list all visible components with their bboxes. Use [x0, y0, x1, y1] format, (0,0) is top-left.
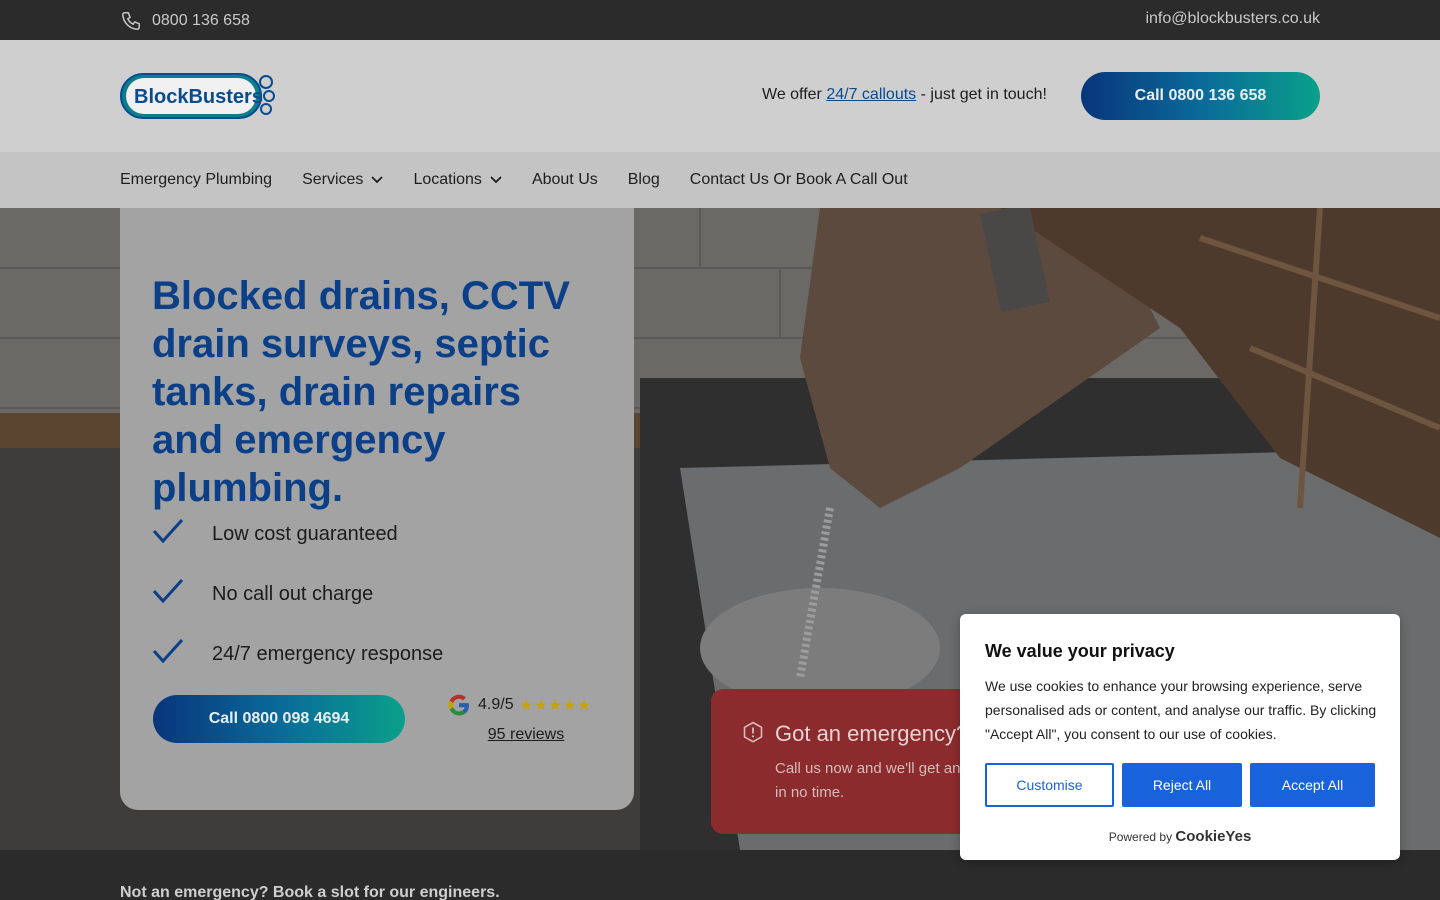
nav-item-services[interactable]: Services: [302, 171, 384, 189]
hero-card: Blocked drains, CCTV drain surveys, sept…: [120, 208, 634, 810]
nav-item-locations[interactable]: Locations: [413, 171, 502, 189]
customise-button[interactable]: Customise: [985, 763, 1114, 807]
offer-suffix: - just get in touch!: [916, 86, 1047, 103]
booking-heading: Not an emergency? Book a slot for our en…: [120, 884, 500, 900]
nav-item-about-us[interactable]: About Us: [532, 171, 598, 189]
cookie-buttons: Customise Reject All Accept All: [985, 763, 1375, 807]
hero-headline: Blocked drains, CCTV drain surveys, sept…: [152, 274, 570, 510]
alert-icon: [743, 721, 763, 743]
google-rating: 4.9/5 ★★★★★ 95 reviews: [446, 692, 606, 744]
reviews-link[interactable]: 95 reviews: [446, 726, 606, 744]
feature-item: Low cost guaranteed: [152, 504, 443, 564]
chevron-down-icon: [371, 176, 384, 184]
nav-item-emergency-plumbing[interactable]: Emergency Plumbing: [120, 171, 272, 189]
callouts-link[interactable]: 24/7 callouts: [826, 86, 916, 103]
reject-all-button[interactable]: Reject All: [1122, 763, 1242, 807]
main-nav: Emergency Plumbing Services Locations Ab…: [0, 152, 1440, 208]
rating-score: 4.9/5: [478, 696, 514, 713]
logo-text: BlockBusters: [134, 86, 263, 108]
emergency-title: Got an emergency?: [775, 721, 969, 746]
topbar-email-link[interactable]: info@blockbusters.co.uk: [1145, 10, 1320, 28]
phone-icon: [122, 12, 140, 30]
cookieyes-logo[interactable]: CookieYes: [1175, 828, 1251, 845]
topbar-phone-number: 0800 136 658: [152, 12, 250, 29]
feature-item: No call out charge: [152, 564, 443, 624]
callout-offer: We offer 24/7 callouts - just get in tou…: [762, 86, 1047, 104]
cookie-consent-banner: We value your privacy We use cookies to …: [960, 614, 1400, 860]
offer-prefix: We offer: [762, 86, 827, 103]
hero-call-button[interactable]: Call 0800 098 4694: [153, 695, 405, 743]
check-icon: [152, 638, 184, 664]
header-call-button[interactable]: Call 0800 136 658: [1081, 72, 1320, 120]
cookie-powered-by: Powered by CookieYes: [1108, 828, 1252, 845]
topbar-phone-link[interactable]: 0800 136 658: [120, 10, 250, 32]
check-icon: [152, 578, 184, 604]
nav-item-contact[interactable]: Contact Us Or Book A Call Out: [690, 171, 908, 189]
cookie-title: We value your privacy: [985, 641, 1175, 661]
top-bar: 0800 136 658 info@blockbusters.co.uk: [0, 0, 1440, 40]
check-icon: [152, 518, 184, 544]
rating-stars: ★★★★★: [519, 697, 592, 714]
chevron-down-icon: [490, 176, 502, 184]
accept-all-button[interactable]: Accept All: [1250, 763, 1375, 807]
cookie-body: We use cookies to enhance your browsing …: [985, 678, 1377, 742]
feature-item: 24/7 emergency response: [152, 624, 443, 684]
nav-item-blog[interactable]: Blog: [628, 171, 660, 189]
google-icon: [448, 694, 469, 716]
site-logo[interactable]: BlockBusters: [120, 72, 276, 120]
site-header: BlockBusters We offer 24/7 callouts - ju…: [0, 40, 1440, 152]
feature-list: Low cost guaranteed No call out charge 2…: [152, 504, 443, 684]
